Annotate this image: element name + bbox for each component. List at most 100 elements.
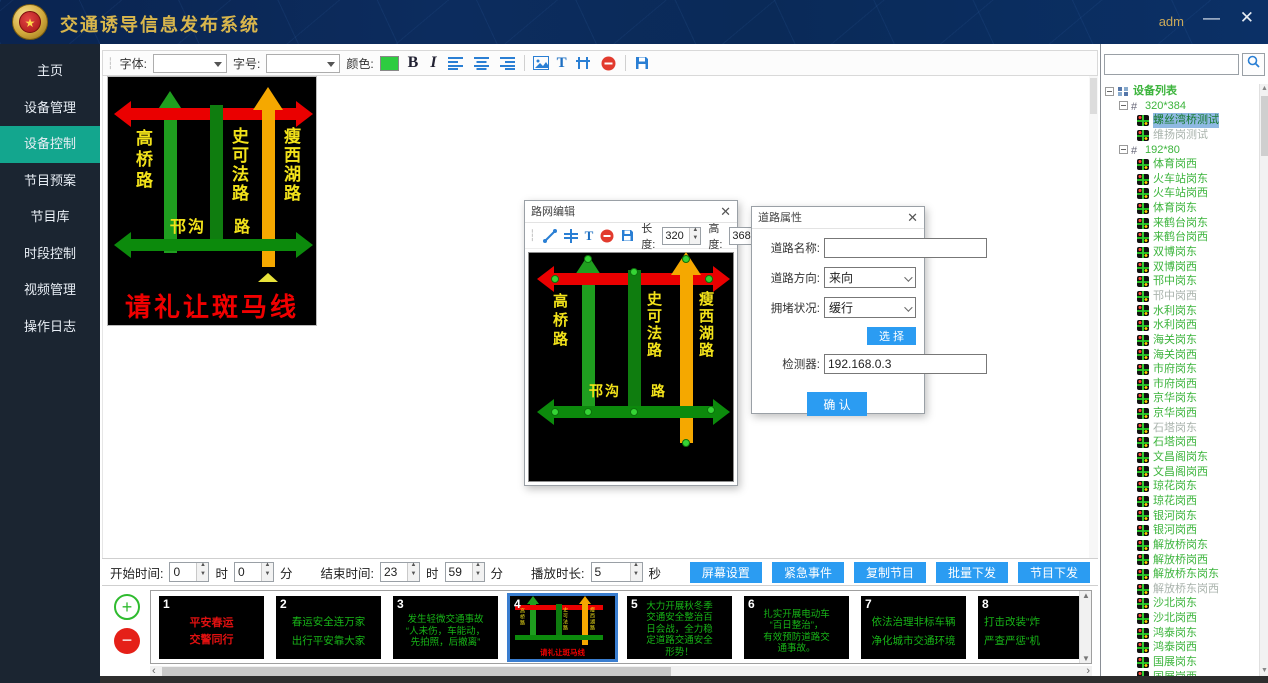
device-tree-row[interactable]: 海关岗西 — [1101, 348, 1259, 363]
device-tree-row[interactable]: 鸿泰岗西 — [1101, 640, 1259, 655]
save-button[interactable] — [632, 53, 652, 73]
device-tree-row[interactable]: 市府岗东 — [1101, 362, 1259, 377]
text-tool-button[interactable]: T — [557, 55, 567, 72]
road-editor-canvas[interactable]: 高桥路 史可法路 瘦西湖路 邗沟 路 — [528, 252, 734, 482]
program-list-vscroll[interactable]: ▲ ▼ — [1079, 591, 1091, 663]
device-tree-row[interactable]: 国展岗东 — [1101, 655, 1259, 670]
text-tool-button[interactable]: T — [585, 228, 594, 244]
canvas-scrollbar[interactable] — [1089, 76, 1098, 558]
tree-expander-icon[interactable] — [1119, 145, 1128, 154]
close-button[interactable]: ✕ — [1240, 8, 1254, 28]
start-min-input[interactable] — [235, 563, 261, 581]
device-tree-row[interactable]: 文昌阁岗东 — [1101, 450, 1259, 465]
device-tree-row[interactable]: 体育岗东 — [1101, 201, 1259, 216]
spin-down-icon[interactable]: ▼ — [197, 572, 208, 581]
device-tree-row[interactable]: 京华岗东 — [1101, 391, 1259, 406]
device-tree-row[interactable]: 京华岗西 — [1101, 406, 1259, 421]
end-hour-spinner[interactable]: ▲▼ — [380, 562, 420, 582]
add-program-button[interactable]: + — [114, 594, 140, 620]
device-tree-row[interactable]: 来鹤台岗西 — [1101, 230, 1259, 245]
edit-handle[interactable] — [682, 255, 690, 263]
road-direction-select[interactable]: 来向 — [824, 267, 916, 288]
device-search-button[interactable] — [1242, 53, 1265, 76]
scroll-up-icon[interactable]: ▲ — [1080, 591, 1092, 600]
device-tree-row[interactable]: 市府岗西 — [1101, 377, 1259, 392]
scroll-down-icon[interactable]: ▼ — [1080, 654, 1092, 663]
action-button[interactable]: 节目下发 — [1018, 562, 1090, 583]
device-tree-row[interactable]: 邗中岗东 — [1101, 274, 1259, 289]
device-tree-row[interactable]: 火车站岗东 — [1101, 172, 1259, 187]
device-tree-row[interactable]: 邗中岗西 — [1101, 289, 1259, 304]
device-tree-row[interactable]: 双博岗东 — [1101, 245, 1259, 260]
delete-button[interactable] — [600, 226, 614, 246]
end-min-input[interactable] — [446, 563, 472, 581]
edit-handle[interactable] — [630, 408, 638, 416]
device-tree-row[interactable]: 解放桥东岗东 — [1101, 567, 1259, 582]
font-select[interactable] — [153, 54, 227, 73]
scroll-down-icon[interactable]: ▼ — [1260, 666, 1268, 676]
program-thumbnail-5[interactable]: 5 大力开展秋冬季 交通安全整治百 日会战，全力稳 定道路交通安全 形势！ — [627, 596, 732, 659]
sidebar-item[interactable]: 视频管理 — [0, 272, 100, 309]
edit-handle[interactable] — [551, 275, 559, 283]
spin-down-icon[interactable]: ▼ — [408, 572, 419, 581]
cross-road-tool-button[interactable] — [564, 226, 578, 246]
draw-line-tool-button[interactable] — [543, 226, 557, 246]
device-tree-row[interactable]: 沙北岗东 — [1101, 596, 1259, 611]
device-search-input[interactable] — [1104, 54, 1239, 75]
spin-down-icon[interactable]: ▼ — [473, 572, 484, 581]
end-hour-input[interactable] — [381, 563, 407, 581]
program-thumbnail-4-selected[interactable]: 4 高桥路 史可法路 瘦西湖路 请礼让斑马线 — [510, 596, 615, 659]
device-tree-row[interactable]: 来鹤台岗东 — [1101, 216, 1259, 231]
sidebar-item[interactable]: 操作日志 — [0, 309, 100, 346]
device-tree-row[interactable]: 银河岗东 — [1101, 509, 1259, 524]
duration-spinner[interactable]: ▲▼ — [591, 562, 643, 582]
device-tree-row[interactable]: 琼花岗东 — [1101, 479, 1259, 494]
device-tree-row[interactable]: 银河岗西 — [1101, 523, 1259, 538]
confirm-button[interactable]: 确 认 — [807, 392, 866, 416]
program-thumbnail-8[interactable]: 8 打击改装“炸 严查严惩“机 — [978, 596, 1083, 659]
road-name-input[interactable] — [824, 238, 987, 258]
scroll-up-icon[interactable]: ▲ — [1260, 84, 1268, 94]
italic-button[interactable]: I — [427, 54, 439, 72]
save-button[interactable] — [621, 226, 634, 246]
length-input[interactable] — [663, 228, 689, 244]
road-bar-middle-green[interactable] — [628, 270, 641, 410]
minimize-button[interactable]: — — [1203, 8, 1220, 28]
tree-expander-icon[interactable] — [1105, 87, 1114, 96]
program-thumbnail-6[interactable]: 6 扎实开展电动车 “百日整治”， 有效预防道路交 通事故。 — [744, 596, 849, 659]
dialog-close-icon[interactable]: ✕ — [907, 207, 918, 229]
device-tree-row[interactable]: 石塔岗西 — [1101, 435, 1259, 450]
edit-handle[interactable] — [682, 439, 690, 447]
duration-input[interactable] — [592, 563, 630, 581]
device-tree-row[interactable]: 解放桥岗西 — [1101, 553, 1259, 568]
bold-button[interactable]: B — [405, 54, 422, 72]
device-tree-row[interactable]: 水利岗东 — [1101, 304, 1259, 319]
remove-program-button[interactable]: − — [114, 628, 140, 654]
edit-handle[interactable] — [630, 268, 638, 276]
delete-button[interactable] — [599, 53, 619, 73]
tree-expander-icon[interactable] — [1119, 101, 1128, 110]
action-button[interactable]: 复制节目 — [854, 562, 926, 583]
align-left-button[interactable] — [446, 53, 466, 73]
length-spinner[interactable]: ▲▼ — [662, 227, 701, 245]
device-tree-row[interactable]: 维扬岗测试 — [1101, 128, 1259, 143]
start-hour-spinner[interactable]: ▲▼ — [169, 562, 209, 582]
program-thumbnail-1[interactable]: 1 平安春运 交警同行 — [159, 596, 264, 659]
align-center-button[interactable] — [472, 53, 492, 73]
device-tree-row[interactable]: 海关岗东 — [1101, 333, 1259, 348]
edit-handle[interactable] — [584, 408, 592, 416]
sidebar-item[interactable]: 时段控制 — [0, 236, 100, 273]
congestion-select[interactable]: 缓行 — [824, 297, 916, 318]
device-tree-row[interactable]: 琼花岗西 — [1101, 494, 1259, 509]
action-button[interactable]: 批量下发 — [936, 562, 1008, 583]
device-tree-row[interactable]: 设备列表 — [1101, 84, 1259, 99]
device-tree-row[interactable]: 文昌阁岗西 — [1101, 465, 1259, 480]
device-tree-row[interactable]: 解放桥东岗西 — [1101, 582, 1259, 597]
device-tree-row[interactable]: 水利岗西 — [1101, 318, 1259, 333]
insert-image-button[interactable] — [531, 53, 551, 73]
action-button[interactable]: 屏幕设置 — [690, 562, 762, 583]
sidebar-item[interactable]: 节目库 — [0, 199, 100, 236]
road-network-tool-button[interactable] — [573, 53, 593, 73]
device-tree-row[interactable]: 螺丝湾桥测试 — [1101, 113, 1259, 128]
color-swatch[interactable] — [380, 56, 399, 71]
